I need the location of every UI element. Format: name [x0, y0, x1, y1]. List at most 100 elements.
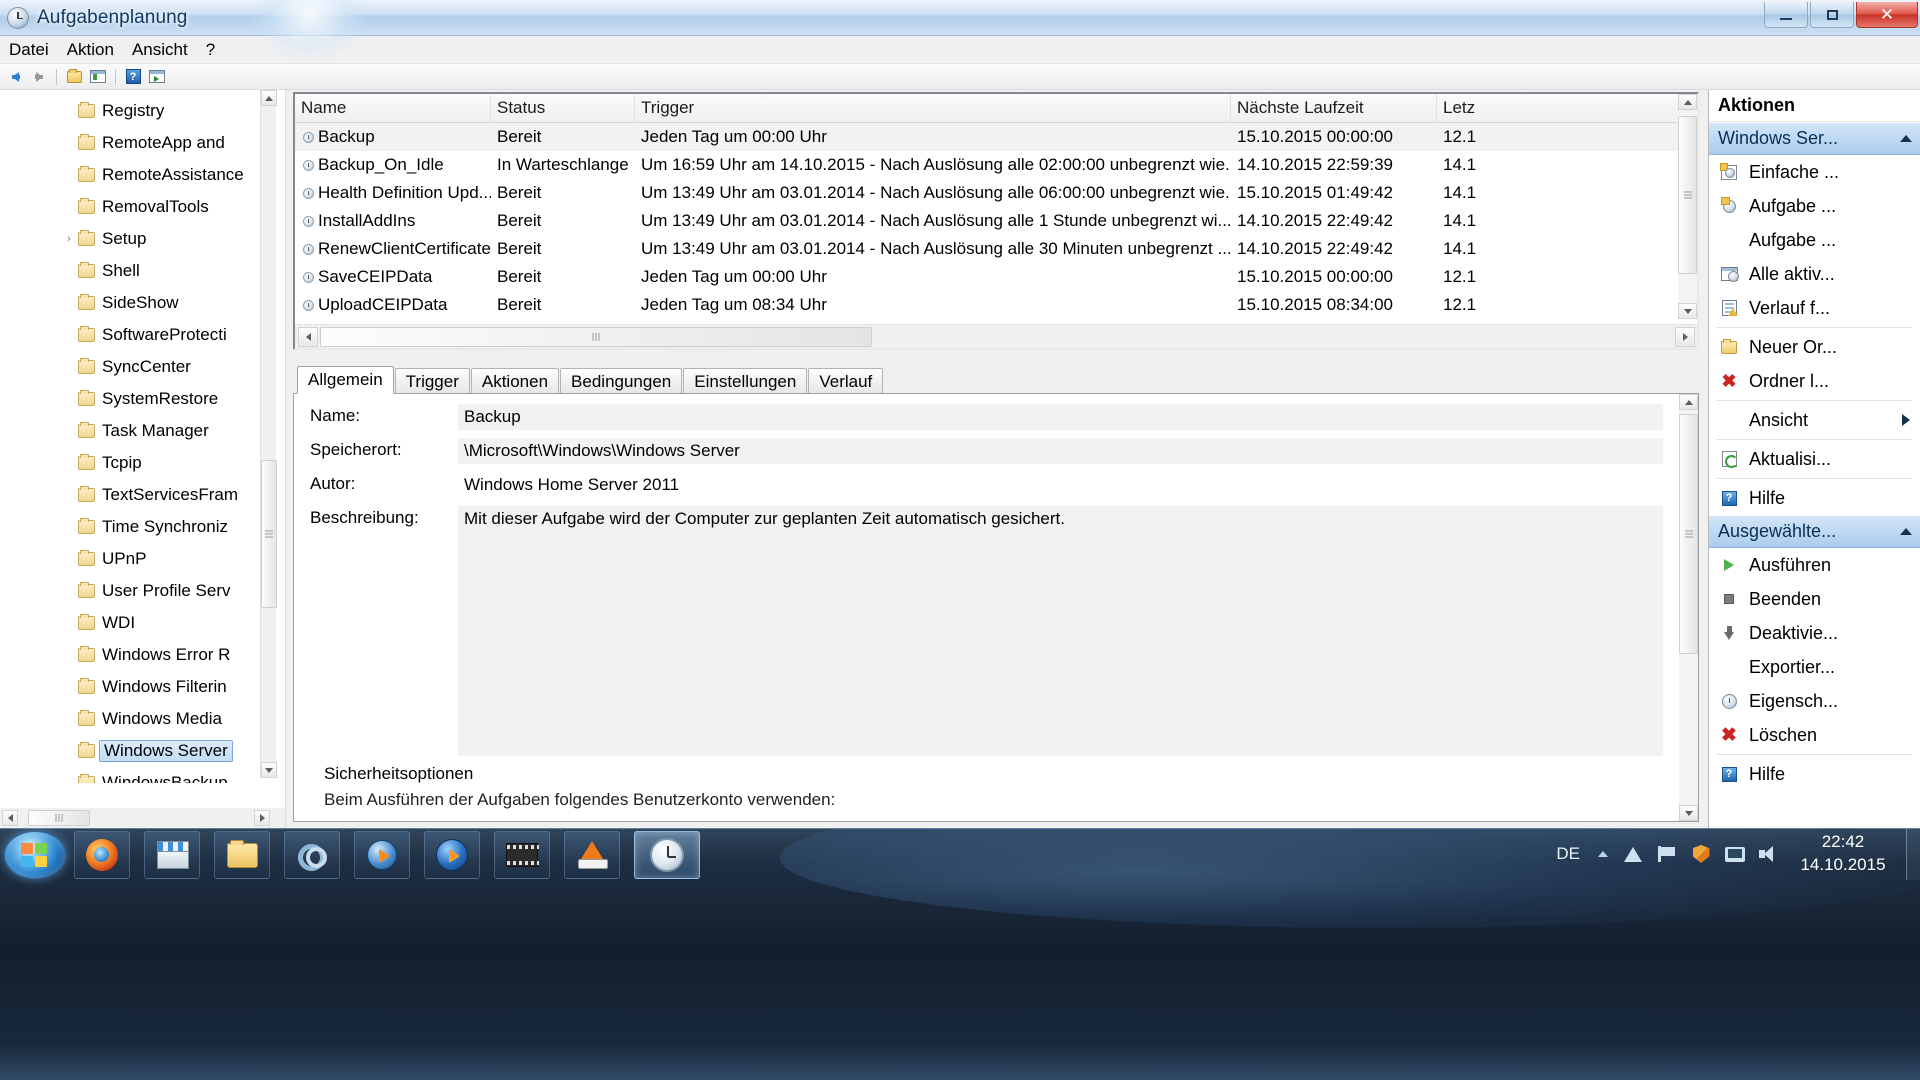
window-title-bar[interactable]: Aufgabenplanung ✕	[0, 0, 1920, 62]
task-list-header[interactable]: Name Status Trigger Nächste Laufzeit Let…	[295, 94, 1697, 123]
menu-hilfe[interactable]: ?	[197, 37, 224, 63]
tree-scroll-left-button[interactable]	[2, 810, 18, 826]
detail-scroll-thumb[interactable]	[1679, 414, 1698, 654]
taskbar-video-editor[interactable]	[494, 831, 550, 879]
table-row[interactable]: Health Definition Upd... Bereit Um 13:49 U…	[295, 179, 1697, 207]
column-header-status[interactable]: Status	[491, 94, 635, 122]
show-desktop-button[interactable]	[1906, 828, 1920, 880]
tab-trigger[interactable]: Trigger	[394, 368, 470, 394]
tree-item[interactable]: Windows Filterin	[0, 671, 262, 703]
window-controls[interactable]: ✕	[1764, 2, 1918, 28]
actions-group-header[interactable]: Windows Ser...	[1709, 122, 1920, 155]
action-item[interactable]: Neuer Or...	[1709, 330, 1920, 364]
task-list-vertical-scrollbar[interactable]	[1678, 94, 1697, 319]
tab-verlauf[interactable]: Verlauf	[808, 368, 884, 394]
tree-scroll-thumb[interactable]	[261, 460, 277, 608]
table-row[interactable]: SaveCEIPData Bereit Jeden Tag um 00:00 Uhr…	[295, 263, 1697, 291]
table-row[interactable]: Backup Bereit Jeden Tag um 00:00 Uhr 15.10.…	[295, 123, 1697, 151]
task-list-scroll-down-button[interactable]	[1678, 303, 1697, 319]
show-hide-console-tree-button[interactable]	[87, 66, 109, 87]
tree-item[interactable]: WDI	[0, 607, 262, 639]
column-header-trigger[interactable]: Trigger	[635, 94, 1231, 122]
close-button[interactable]: ✕	[1856, 2, 1918, 28]
action-item[interactable]: ? Hilfe	[1709, 481, 1920, 515]
back-button[interactable]	[4, 66, 26, 87]
tree-item[interactable]: UPnP	[0, 543, 262, 575]
menu-datei[interactable]: Datei	[0, 37, 58, 63]
action-item[interactable]: Ansicht	[1709, 403, 1920, 437]
language-indicator[interactable]: DE	[1546, 844, 1590, 864]
tree-item[interactable]: RemoteAssistance	[0, 159, 262, 191]
task-list[interactable]: Name Status Trigger Nächste Laufzeit Let…	[293, 92, 1699, 350]
security-icon[interactable]	[1686, 839, 1716, 869]
menu-ansicht[interactable]: Ansicht	[123, 37, 197, 63]
tree-item[interactable]: RemoteApp and	[0, 127, 262, 159]
action-item[interactable]: Aktualisi...	[1709, 442, 1920, 476]
tree-item[interactable]: User Profile Serv	[0, 575, 262, 607]
taskbar-vlc[interactable]	[564, 831, 620, 879]
task-list-scroll-left-button[interactable]	[298, 326, 318, 347]
display-icon[interactable]	[1720, 839, 1750, 869]
action-center-icon[interactable]	[1652, 839, 1682, 869]
action-item[interactable]: Verlauf f...	[1709, 291, 1920, 325]
tab-aktionen[interactable]: Aktionen	[470, 368, 560, 394]
minimize-button[interactable]	[1764, 2, 1808, 28]
tree-vertical-scrollbar[interactable]	[260, 90, 277, 778]
tree-item[interactable]: › Setup	[0, 223, 262, 255]
tree-item[interactable]: Windows Server	[0, 735, 262, 767]
chevron-up-icon[interactable]	[1900, 135, 1912, 142]
action-item[interactable]: Deaktivie...	[1709, 616, 1920, 650]
taskbar-media-player[interactable]	[354, 831, 410, 879]
action-item[interactable]: Alle aktiv...	[1709, 257, 1920, 291]
console-tree[interactable]: Registry RemoteApp and RemoteAssistance Rem…	[0, 95, 262, 783]
action-item[interactable]: Aufgabe ...	[1709, 189, 1920, 223]
tree-item[interactable]: WindowsBackup	[0, 767, 262, 783]
tree-scroll-up-button[interactable]	[261, 90, 277, 106]
network-icon[interactable]	[1618, 839, 1648, 869]
volume-icon[interactable]	[1754, 839, 1784, 869]
detail-scroll-up-button[interactable]	[1679, 394, 1698, 410]
tree-item[interactable]: SystemRestore	[0, 383, 262, 415]
maximize-button[interactable]	[1810, 2, 1854, 28]
show-action-pane-button[interactable]	[146, 66, 168, 87]
show-hidden-icons-button[interactable]	[1598, 851, 1608, 857]
clock[interactable]: 22:42 14.10.2015	[1786, 831, 1906, 877]
actions-groups[interactable]: Windows Ser... Einfache ... Aufgabe ... Auf…	[1709, 122, 1920, 791]
table-row[interactable]: Backup_On_Idle In Warteschlange Um 16:59 U…	[295, 151, 1697, 179]
tab-allgemein[interactable]: Allgemein	[297, 366, 394, 394]
task-list-horizontal-scrollbar[interactable]	[295, 324, 1697, 348]
actions-group-header[interactable]: Ausgewählte...	[1709, 515, 1920, 548]
action-item[interactable]: ? Hilfe	[1709, 757, 1920, 791]
tree-item[interactable]: Tcpip	[0, 447, 262, 479]
action-item[interactable]: Eigensch...	[1709, 684, 1920, 718]
tab-bedingungen[interactable]: Bedingungen	[560, 368, 683, 394]
action-item[interactable]: ✖ Löschen	[1709, 718, 1920, 752]
table-row[interactable]: RenewClientCertificate Bereit Um 13:49 Uhr…	[295, 235, 1697, 263]
taskbar-store[interactable]	[144, 831, 200, 879]
taskbar-media-player-12[interactable]	[424, 831, 480, 879]
action-item[interactable]: Ausführen	[1709, 548, 1920, 582]
tree-horizontal-scrollbar[interactable]	[0, 808, 285, 828]
tree-item[interactable]: SoftwareProtecti	[0, 319, 262, 351]
tree-item[interactable]: Windows Error R	[0, 639, 262, 671]
help-button[interactable]: ?	[122, 66, 144, 87]
detail-vertical-scrollbar[interactable]	[1679, 394, 1698, 821]
taskbar-control-panel[interactable]	[284, 831, 340, 879]
tree-hscroll-thumb[interactable]	[28, 810, 90, 826]
expander-icon[interactable]: ›	[60, 233, 78, 245]
tree-item[interactable]: Registry	[0, 95, 262, 127]
taskbar-explorer[interactable]	[214, 831, 270, 879]
tree-item[interactable]: Windows Media	[0, 703, 262, 735]
action-item[interactable]: Exportier...	[1709, 650, 1920, 684]
tab-einstellungen[interactable]: Einstellungen	[683, 368, 808, 394]
task-list-scroll-up-button[interactable]	[1678, 94, 1697, 110]
table-row[interactable]: UploadCEIPData Bereit Jeden Tag um 08:34 U…	[295, 291, 1697, 319]
tree-item[interactable]: SideShow	[0, 287, 262, 319]
column-header-name[interactable]: Name	[295, 94, 491, 122]
tree-item[interactable]: Shell	[0, 255, 262, 287]
tree-item[interactable]: SyncCenter	[0, 351, 262, 383]
action-item[interactable]: Einfache ...	[1709, 155, 1920, 189]
up-folder-button[interactable]	[63, 66, 85, 87]
chevron-up-icon[interactable]	[1900, 528, 1912, 535]
tree-scroll-right-button[interactable]	[254, 810, 270, 826]
